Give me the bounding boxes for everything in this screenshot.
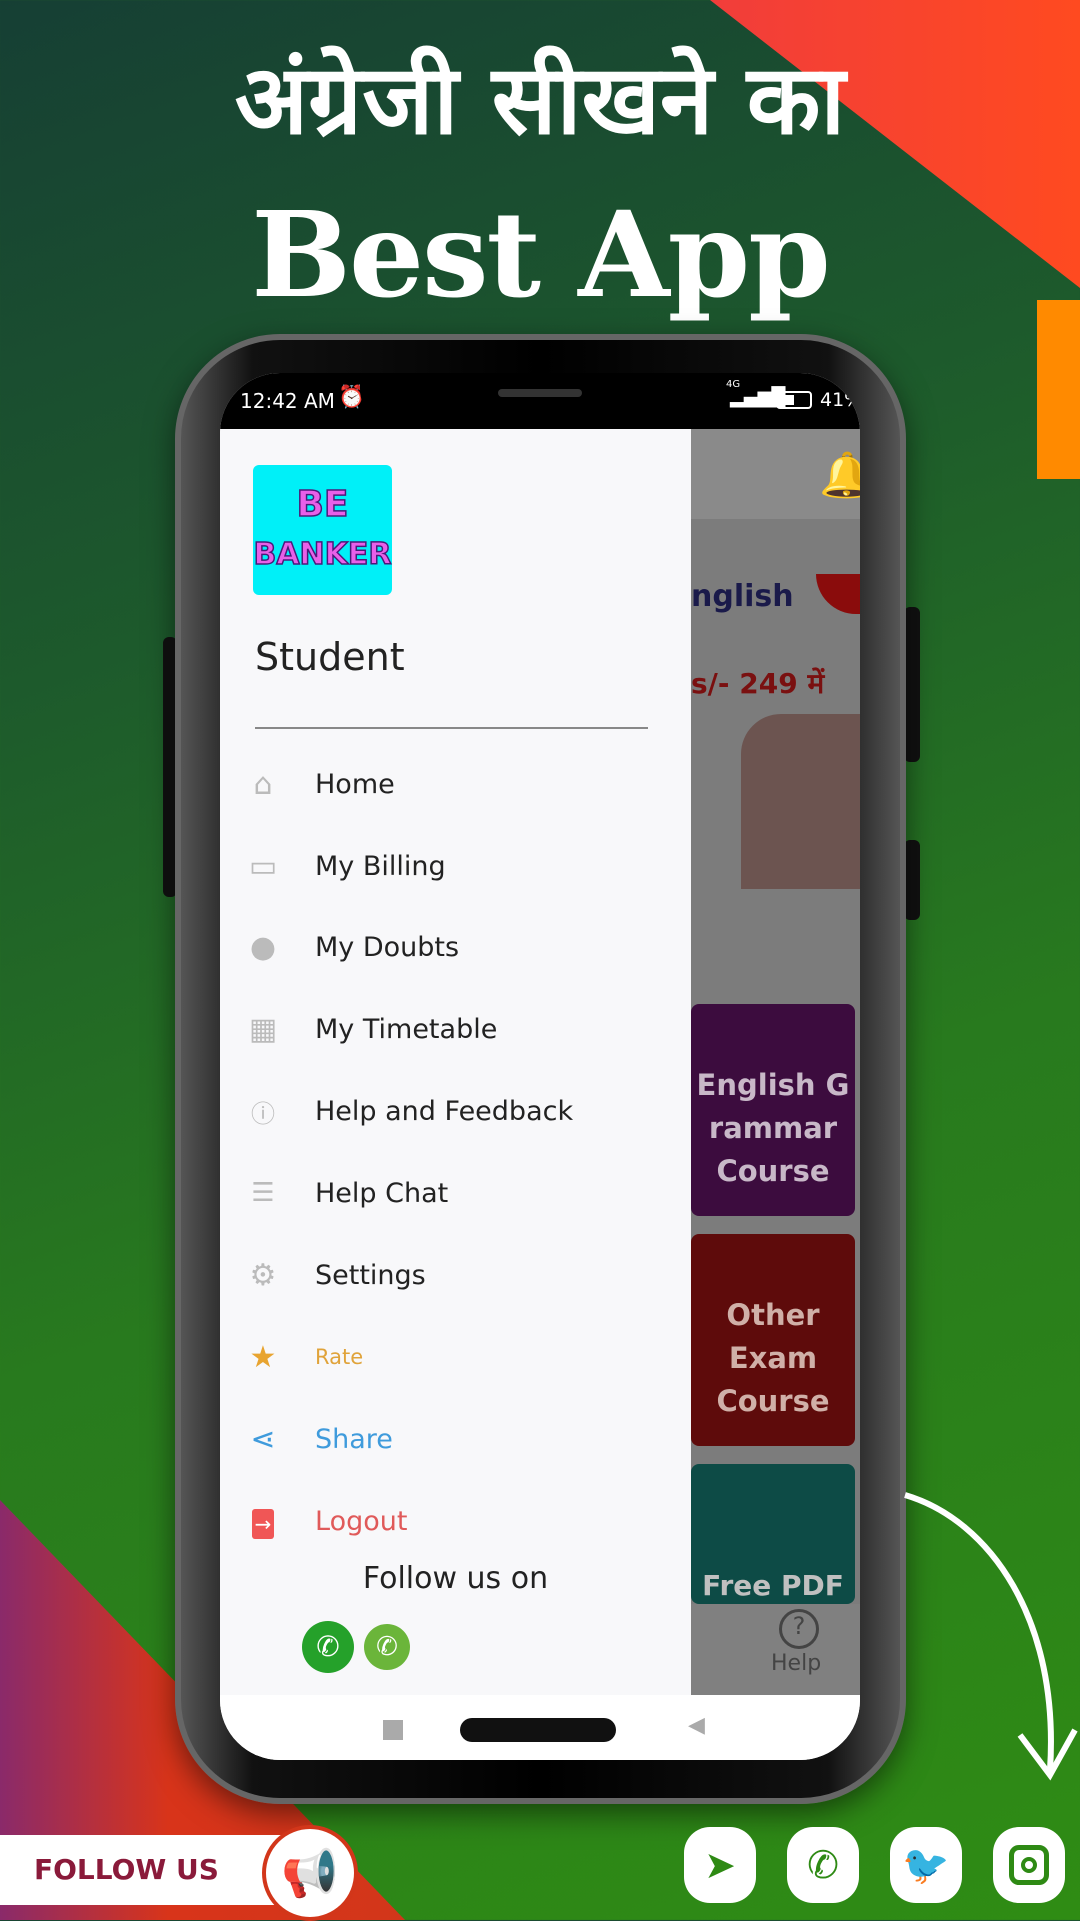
instagram-icon[interactable] <box>993 1827 1065 1903</box>
divider <box>255 727 648 729</box>
follow-us-button[interactable]: FOLLOW US <box>0 1835 300 1905</box>
phone-call-icon[interactable]: ✆ <box>364 1624 410 1670</box>
share-icon: ⋖ <box>250 1421 276 1457</box>
back-button[interactable]: ◀ <box>688 1713 705 1738</box>
help-icon: ? <box>779 1609 819 1649</box>
megaphone-icon: 📢 <box>262 1825 358 1921</box>
course-card-other-exam[interactable]: Other Exam Course <box>691 1234 855 1446</box>
menu-item-my-timetable[interactable]: ▦ My Timetable <box>220 999 691 1059</box>
nav-help[interactable]: Help <box>771 1651 821 1676</box>
menu-item-my-billing[interactable]: ▭ My Billing <box>220 836 691 896</box>
billing-icon: ▭ <box>248 848 278 884</box>
recents-button[interactable] <box>383 1720 403 1740</box>
orange-bar-decoration <box>1037 300 1080 479</box>
help-icon: ⓘ <box>251 1099 275 1128</box>
menu-item-share[interactable]: ⋖ Share <box>220 1409 691 1469</box>
menu-item-help-chat[interactable]: ☰ Help Chat <box>220 1163 691 1223</box>
android-nav-bar: ◀ <box>220 1695 860 1760</box>
bell-icon[interactable]: 🔔 <box>819 449 860 501</box>
navigation-drawer: BE BANKER Student ⌂ Home ▭ My Billing ● My D… <box>220 429 691 1695</box>
whatsapp-icon[interactable]: ✆ <box>787 1827 859 1903</box>
twitter-icon[interactable]: 🐦 <box>890 1827 962 1903</box>
phone-screen: 12:42 AM ⏰ 4G ▂▄▆█ 41% 🔔 nglish s/- 249 … <box>220 373 860 1760</box>
phone-notch <box>360 373 720 429</box>
banner-title-hindi: अंग्रेजी सीखने का <box>234 44 846 156</box>
battery-percent: 41% <box>820 389 860 411</box>
logout-icon: → <box>243 1504 283 1539</box>
menu-item-help-feedback[interactable]: ⓘ Help and Feedback <box>220 1081 691 1141</box>
lightbulb-icon: ● <box>249 929 277 965</box>
promo-photo <box>741 714 860 889</box>
chat-icon: ☰ <box>251 1178 275 1208</box>
home-icon: ⌂ <box>253 766 273 802</box>
be-banker-logo: BE BANKER <box>253 465 392 595</box>
phone-volume-button <box>904 607 920 762</box>
menu-item-logout[interactable]: → Logout <box>220 1491 691 1551</box>
menu-item-rate[interactable]: ★ Rate <box>220 1327 691 1387</box>
gear-icon: ⚙ <box>249 1257 277 1293</box>
telegram-icon[interactable]: ➤ <box>684 1827 756 1903</box>
follow-us-on-label: Follow us on <box>362 1561 549 1596</box>
course-card-english-grammar[interactable]: English G rammar Course <box>691 1004 855 1216</box>
menu-item-my-doubts[interactable]: ● My Doubts <box>220 917 691 977</box>
menu-item-home[interactable]: ⌂ Home <box>220 754 691 814</box>
star-icon: ★ <box>249 1339 277 1375</box>
phone-power-button <box>904 840 920 920</box>
whatsapp-icon[interactable]: ✆ <box>302 1621 354 1673</box>
banner-title-english: Best App <box>251 185 830 324</box>
home-gesture-bar[interactable] <box>460 1718 616 1742</box>
user-name: Student <box>255 635 405 679</box>
battery-icon <box>776 391 812 409</box>
promo-price: s/- 249 में <box>691 667 825 700</box>
curved-arrow-decoration <box>904 1492 1078 1781</box>
course-card-free-pdf[interactable]: Free PDF <box>691 1464 855 1604</box>
menu-item-settings[interactable]: ⚙ Settings <box>220 1245 691 1305</box>
status-time: 12:42 AM <box>240 389 335 413</box>
timetable-icon: ▦ <box>248 1011 278 1047</box>
background-app-dimmed: 🔔 nglish s/- 249 में English G rammar Co… <box>691 429 860 1695</box>
